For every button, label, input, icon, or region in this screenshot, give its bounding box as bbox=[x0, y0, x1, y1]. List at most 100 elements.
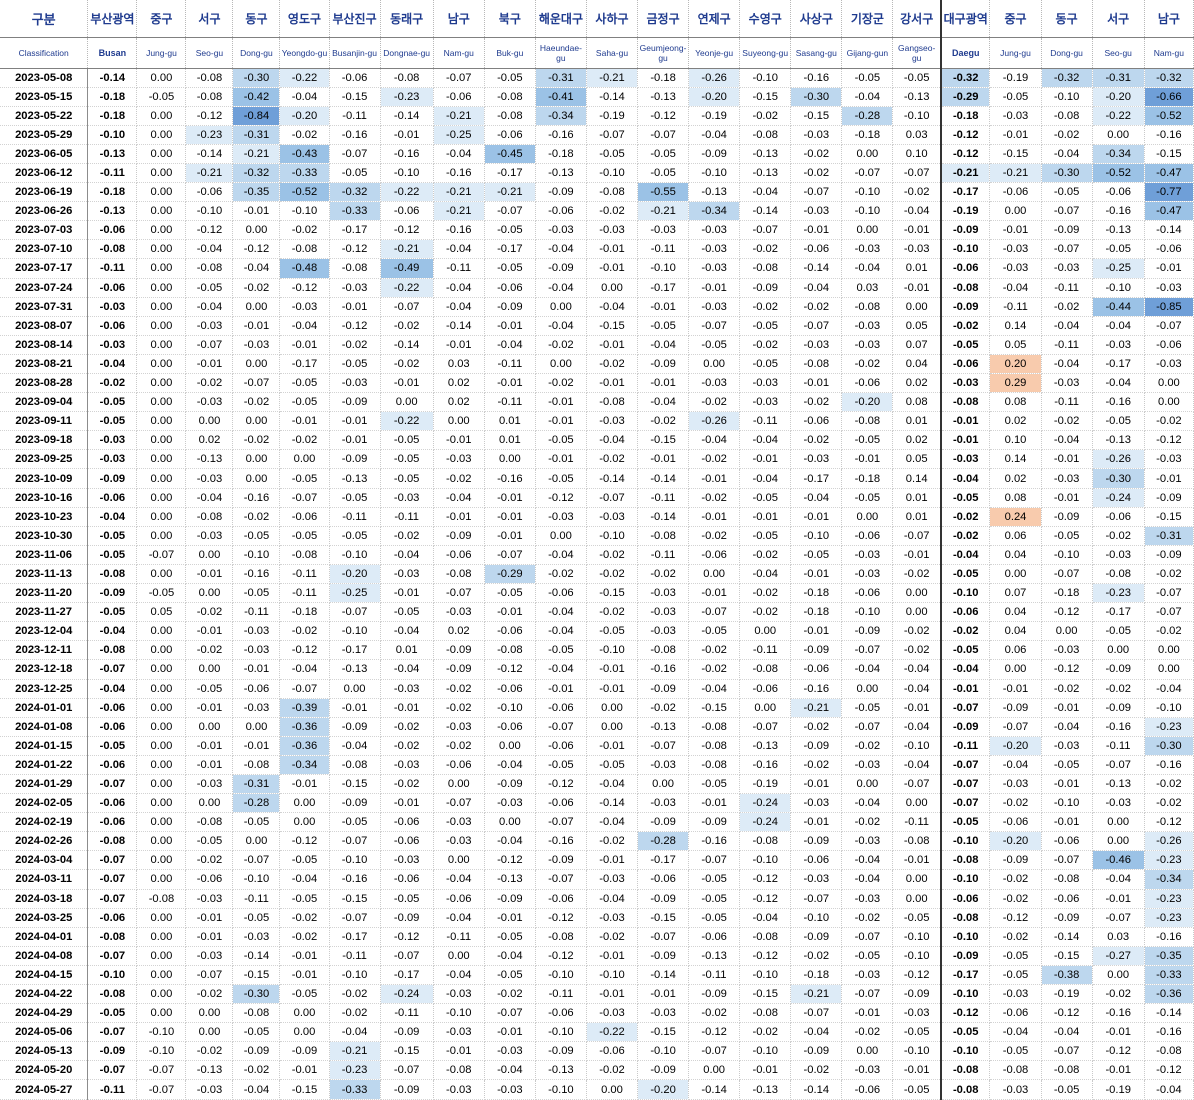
table-cell[interactable]: -0.10 bbox=[329, 965, 381, 986]
table-cell[interactable]: -0.04 bbox=[87, 507, 138, 527]
table-cell[interactable]: -0.47 bbox=[1144, 201, 1194, 222]
table-cell[interactable]: -0.10 bbox=[329, 850, 381, 871]
table-cell[interactable]: -0.07 bbox=[790, 889, 843, 909]
table-cell[interactable]: 0.00 bbox=[841, 220, 894, 241]
table-cell[interactable]: -0.03 bbox=[87, 430, 138, 451]
table-cell[interactable]: 0.00 bbox=[136, 411, 187, 432]
table-cell[interactable]: -0.09 bbox=[637, 946, 690, 966]
table-cell[interactable]: -0.02 bbox=[586, 545, 639, 565]
table-cell[interactable]: 0.00 bbox=[136, 258, 187, 279]
table-cell[interactable]: -0.09 bbox=[939, 946, 991, 966]
table-cell[interactable]: -0.05 bbox=[185, 278, 234, 298]
table-cell[interactable]: -0.30 bbox=[790, 87, 843, 107]
table-cell[interactable]: -0.03 bbox=[232, 698, 281, 718]
table-cell[interactable]: -0.03 bbox=[892, 1003, 942, 1024]
column-header-kr[interactable]: 대구광역 bbox=[939, 0, 991, 38]
table-cell[interactable]: 0.00 bbox=[136, 793, 187, 814]
column-header-en[interactable]: Dong-gu bbox=[1041, 37, 1093, 69]
table-cell[interactable]: -0.05 bbox=[841, 488, 894, 508]
table-cell[interactable]: -0.02 bbox=[989, 869, 1042, 890]
table-cell[interactable]: -0.07 bbox=[939, 774, 991, 795]
table-cell[interactable]: -0.13 bbox=[892, 87, 942, 107]
table-cell[interactable]: -0.19 bbox=[1041, 984, 1093, 1005]
table-cell[interactable]: -0.03 bbox=[433, 449, 485, 470]
row-date-cell[interactable]: 2024-01-01 bbox=[0, 698, 89, 718]
table-cell[interactable]: -0.10 bbox=[1041, 87, 1093, 107]
table-cell[interactable]: -0.07 bbox=[380, 946, 434, 966]
table-cell[interactable]: 0.00 bbox=[136, 1003, 187, 1024]
table-cell[interactable]: -0.03 bbox=[586, 220, 639, 241]
table-cell[interactable]: -0.08 bbox=[892, 831, 942, 852]
table-cell[interactable]: -0.01 bbox=[586, 373, 639, 394]
table-cell[interactable]: 0.00 bbox=[892, 297, 942, 317]
table-cell[interactable]: -0.16 bbox=[232, 488, 281, 508]
table-cell[interactable]: -0.04 bbox=[688, 430, 741, 451]
table-cell[interactable]: -0.13 bbox=[637, 717, 690, 737]
table-cell[interactable]: -0.09 bbox=[688, 812, 741, 833]
table-cell[interactable]: -0.09 bbox=[380, 1022, 434, 1043]
table-cell[interactable]: 0.00 bbox=[136, 106, 187, 126]
table-cell[interactable]: -0.04 bbox=[892, 201, 942, 222]
table-cell[interactable]: 0.24 bbox=[989, 507, 1042, 527]
table-cell[interactable]: -0.20 bbox=[637, 1079, 690, 1100]
table-cell[interactable]: 0.00 bbox=[136, 220, 187, 241]
table-cell[interactable]: -0.08 bbox=[739, 125, 792, 145]
table-cell[interactable]: -0.18 bbox=[279, 602, 330, 623]
table-cell[interactable]: -0.14 bbox=[637, 507, 690, 527]
table-cell[interactable]: 0.00 bbox=[136, 449, 187, 470]
table-cell[interactable]: -0.08 bbox=[939, 278, 991, 298]
table-cell[interactable]: -0.11 bbox=[989, 297, 1042, 317]
table-cell[interactable]: -0.14 bbox=[637, 468, 690, 489]
table-cell[interactable]: -0.15 bbox=[1041, 946, 1093, 966]
table-cell[interactable]: -0.12 bbox=[739, 869, 792, 890]
table-cell[interactable]: -0.12 bbox=[329, 239, 381, 260]
table-cell[interactable]: -0.09 bbox=[329, 449, 381, 470]
column-header-en[interactable]: Jung-gu bbox=[136, 37, 187, 69]
table-cell[interactable]: -0.01 bbox=[586, 679, 639, 699]
table-cell[interactable]: -0.11 bbox=[380, 507, 434, 527]
table-cell[interactable]: -0.12 bbox=[1041, 1003, 1093, 1024]
table-cell[interactable]: -0.18 bbox=[790, 583, 843, 604]
table-cell[interactable]: 0.00 bbox=[841, 774, 894, 795]
table-cell[interactable]: -0.34 bbox=[279, 755, 330, 775]
table-cell[interactable]: -0.10 bbox=[939, 831, 991, 852]
table-cell[interactable]: 0.00 bbox=[136, 831, 187, 852]
table-cell[interactable]: -0.08 bbox=[1092, 564, 1145, 585]
table-cell[interactable]: 0.00 bbox=[279, 793, 330, 814]
table-cell[interactable]: -0.01 bbox=[739, 507, 792, 527]
table-cell[interactable]: -0.01 bbox=[232, 316, 281, 336]
table-cell[interactable]: -0.43 bbox=[279, 144, 330, 164]
table-cell[interactable]: -0.10 bbox=[939, 927, 991, 947]
table-cell[interactable]: -0.12 bbox=[688, 1022, 741, 1043]
table-cell[interactable]: -0.07 bbox=[688, 1041, 741, 1062]
table-cell[interactable]: -0.09 bbox=[790, 736, 843, 756]
table-cell[interactable]: -0.07 bbox=[939, 698, 991, 718]
row-date-cell[interactable]: 2024-04-15 bbox=[0, 965, 89, 986]
column-header-kr[interactable]: 연제구 bbox=[688, 0, 741, 38]
table-cell[interactable]: -0.07 bbox=[380, 1060, 434, 1081]
table-cell[interactable]: -0.02 bbox=[1144, 411, 1194, 432]
table-cell[interactable]: -0.14 bbox=[232, 946, 281, 966]
table-cell[interactable]: -0.09 bbox=[688, 144, 741, 164]
table-cell[interactable]: -0.10 bbox=[841, 201, 894, 222]
table-cell[interactable]: -0.02 bbox=[1092, 679, 1145, 699]
row-date-cell[interactable]: 2024-04-01 bbox=[0, 927, 89, 947]
table-cell[interactable]: -0.01 bbox=[185, 698, 234, 718]
table-cell[interactable]: -0.03 bbox=[586, 1003, 639, 1024]
table-cell[interactable]: -0.03 bbox=[637, 1003, 690, 1024]
table-cell[interactable]: -0.09 bbox=[1144, 488, 1194, 508]
column-header-kr[interactable]: 부산진구 bbox=[329, 0, 381, 38]
table-cell[interactable]: -0.03 bbox=[1144, 278, 1194, 298]
table-cell[interactable]: -0.08 bbox=[1041, 869, 1093, 890]
table-cell[interactable]: -0.03 bbox=[185, 468, 234, 489]
table-cell[interactable]: -0.02 bbox=[185, 640, 234, 661]
table-cell[interactable]: 0.00 bbox=[136, 526, 187, 546]
table-cell[interactable]: -0.12 bbox=[380, 220, 434, 241]
table-cell[interactable]: -0.05 bbox=[136, 583, 187, 604]
table-cell[interactable]: -0.08 bbox=[185, 87, 234, 107]
table-cell[interactable]: -0.13 bbox=[535, 1060, 587, 1081]
table-cell[interactable]: -0.11 bbox=[87, 1079, 138, 1100]
table-cell[interactable]: -0.07 bbox=[535, 869, 587, 890]
table-cell[interactable]: -0.05 bbox=[185, 831, 234, 852]
table-cell[interactable]: -0.09 bbox=[989, 698, 1042, 718]
